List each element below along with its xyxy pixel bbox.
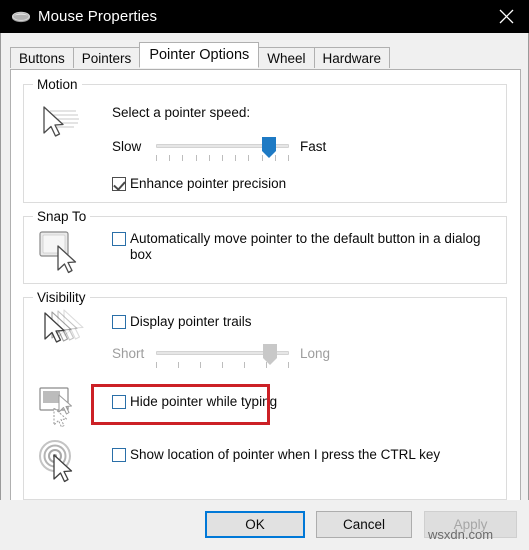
cursor-motion-icon (32, 99, 86, 147)
group-visibility-title: Visibility (33, 290, 90, 305)
slider-tick (288, 155, 289, 161)
ok-button[interactable]: OK (205, 511, 305, 538)
checkbox-row-show-pointer-location[interactable]: Show location of pointer when I press th… (112, 447, 440, 463)
mouse-properties-window: Mouse Properties Buttons Pointers Pointe… (0, 0, 529, 550)
checkbox-auto-move-pointer[interactable] (112, 232, 126, 246)
group-motion-title: Motion (33, 77, 82, 92)
tab-wheel[interactable]: Wheel (258, 47, 315, 68)
tab-page-pointer-options: Motion Select a pointer speed: Slow Fast… (10, 69, 521, 532)
mouse-icon (10, 8, 32, 26)
slider-min-label-slow: Slow (112, 139, 142, 154)
trails-slider-min-label-short: Short (112, 346, 145, 361)
checkbox-label-show-location-ctrl: Show location of pointer when I press th… (130, 447, 441, 462)
slider-max-label-fast: Fast (300, 139, 327, 154)
checkbox-hide-pointer-while-typing[interactable] (112, 395, 126, 409)
pointer-trails-slider[interactable] (156, 344, 289, 375)
slider-tick (209, 155, 210, 161)
group-snap-to-title: Snap To (33, 209, 91, 224)
slider-tick (156, 155, 157, 161)
group-snap-to: Snap To Automatically move pointer to th… (23, 209, 507, 284)
pointer-speed-slider[interactable] (156, 137, 289, 168)
slider-tick (248, 155, 249, 161)
cursor-ctrl-locate-icon (32, 437, 86, 485)
slider-tick (244, 362, 245, 368)
window-title: Mouse Properties (38, 8, 158, 25)
slider-tick (182, 155, 183, 161)
close-icon[interactable] (483, 0, 529, 33)
slider-tick (222, 362, 223, 368)
checkbox-label-enhance-pointer-precision: Enhance pointer precision (130, 176, 287, 191)
checkbox-row-display-pointer-trails[interactable]: Display pointer trails (112, 314, 252, 330)
cancel-button[interactable]: Cancel (316, 511, 412, 538)
checkbox-enhance-pointer-precision[interactable] (112, 177, 126, 191)
pointer-speed-label: Select a pointer speed: (112, 105, 251, 120)
checkbox-label-display-pointer-trails: Display pointer trails (130, 314, 252, 329)
slider-tick (156, 362, 157, 368)
tab-pointer-options[interactable]: Pointer Options (139, 42, 260, 68)
trails-slider-thumb[interactable] (262, 344, 278, 366)
window-body: Buttons Pointers Pointer Options Wheel H… (0, 33, 529, 550)
cursor-button-icon (32, 226, 86, 274)
tab-pointers[interactable]: Pointers (72, 47, 141, 68)
slider-tick (222, 155, 223, 161)
slider-thumb[interactable] (261, 137, 277, 159)
dialog-button-bar: OK Cancel Apply (0, 500, 529, 550)
tab-hardware[interactable]: Hardware (313, 47, 391, 68)
group-motion: Motion Select a pointer speed: Slow Fast… (23, 77, 507, 203)
checkbox-row-hide-pointer-typing[interactable]: Hide pointer while typing (112, 394, 277, 410)
tab-buttons[interactable]: Buttons (10, 47, 74, 68)
checkbox-show-location-ctrl[interactable] (112, 448, 126, 462)
slider-tick (178, 362, 179, 368)
checkbox-display-pointer-trails[interactable] (112, 315, 126, 329)
group-visibility: Visibility Display pointer trails Short … (23, 290, 507, 500)
slider-tick (200, 362, 201, 368)
cursor-trails-icon (32, 306, 86, 354)
trails-slider-max-label-long: Long (300, 346, 331, 361)
slider-tick (235, 155, 236, 161)
watermark-text: wsxdn.com (428, 527, 494, 542)
checkbox-row-snap-to-default[interactable]: Automatically move pointer to the defaul… (112, 231, 497, 263)
tab-strip: Buttons Pointers Pointer Options Wheel H… (10, 42, 391, 68)
slider-tick (196, 155, 197, 161)
checkbox-label-auto-move-pointer: Automatically move pointer to the defaul… (130, 231, 481, 262)
checkbox-label-hide-pointer-while-typing: Hide pointer while typing (130, 394, 278, 409)
slider-tick (288, 362, 289, 368)
checkbox-row-enhance-precision[interactable]: Enhance pointer precision (112, 176, 286, 192)
title-bar: Mouse Properties (0, 0, 529, 33)
cursor-typing-icon (32, 384, 86, 432)
slider-tick (169, 155, 170, 161)
